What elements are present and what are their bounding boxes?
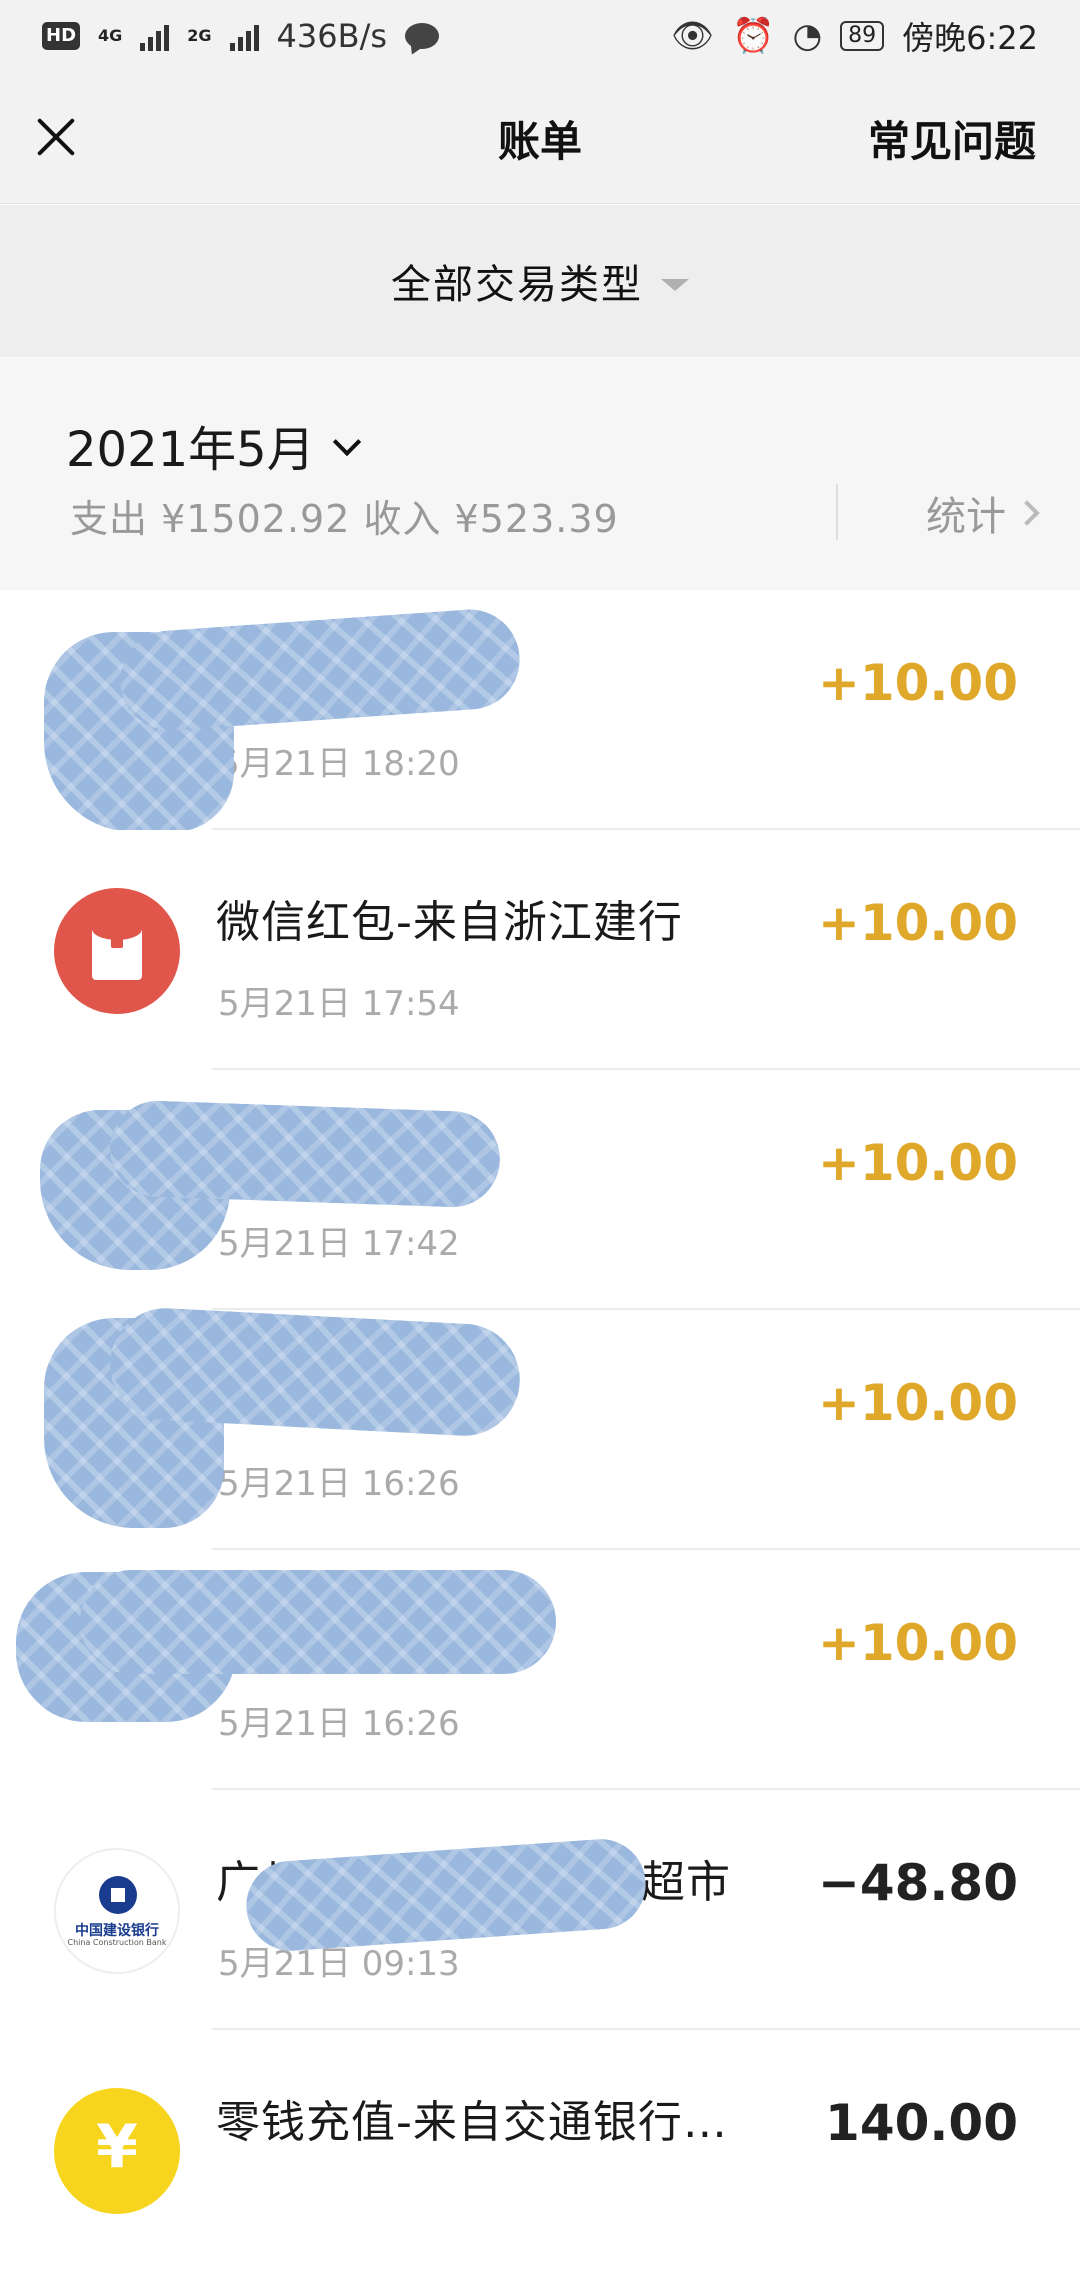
red-packet-icon	[54, 888, 180, 1014]
faq-link[interactable]: 常见问题	[868, 108, 1036, 169]
transaction-amount: +10.00	[817, 1614, 1018, 1672]
chat-notification-icon	[405, 23, 440, 49]
ccb-name-en: China Construction Bank	[67, 1938, 167, 1947]
redaction-scribble	[80, 1570, 556, 1674]
signal-icon-2	[229, 21, 259, 51]
transaction-row[interactable]: 中国建设银行 China Construction Bank 广州市 超市 5月…	[0, 1790, 1080, 2030]
stats-label: 统计	[926, 494, 1006, 540]
transaction-row[interactable]: 5月21日 16:26 +10.00	[0, 1550, 1080, 1790]
redaction-scribble	[108, 1099, 502, 1209]
eye-icon: 👁	[670, 16, 715, 56]
transaction-row[interactable]: 5月21日 18:20 +10.00	[0, 590, 1080, 832]
network-speed: 436B/s	[276, 17, 388, 55]
transaction-amount: +10.00	[817, 1374, 1018, 1432]
transaction-amount: +10.00	[817, 654, 1018, 712]
month-totals: 支出 ¥1502.92 收入 ¥523.39	[70, 497, 619, 541]
battery-icon: 89	[840, 21, 885, 51]
ccb-name-cn: 中国建设银行	[75, 1923, 159, 1939]
transaction-title: 微信红包-来自浙江建行	[216, 897, 683, 948]
coin-icon: ¥	[54, 2088, 180, 2214]
transaction-amount: +10.00	[817, 1134, 1018, 1192]
transaction-amount: −48.80	[817, 1854, 1018, 1912]
ccb-bank-icon: 中国建设银行 China Construction Bank	[54, 1848, 180, 1974]
transaction-time: 5月21日 17:42	[218, 1224, 460, 1264]
nav-bar: 账单 常见问题	[0, 72, 1080, 204]
month-selector[interactable]: 2021年5月	[66, 410, 361, 480]
redaction-scribble	[107, 1305, 523, 1439]
transaction-time: 5月21日 16:26	[218, 1704, 460, 1744]
transaction-list: 5月21日 18:20 +10.00 微信红包-来自浙江建行 5月21日 17:…	[0, 590, 1080, 2270]
signal-icon	[140, 21, 170, 51]
hd-badge: HD	[42, 22, 81, 50]
redaction-scribble	[116, 606, 524, 734]
transaction-time: 5月21日 18:20	[218, 744, 460, 784]
transaction-row[interactable]: 5月21日 17:42 +10.00	[0, 1070, 1080, 1310]
transaction-time: 5月21日 16:26	[218, 1464, 460, 1504]
month-label: 2021年5月	[66, 422, 315, 478]
chevron-right-icon	[1014, 500, 1040, 526]
transaction-row[interactable]: 微信红包-来自浙江建行 5月21日 17:54 +10.00	[0, 830, 1080, 1070]
transaction-title: 零钱充值-来自交通银行…	[216, 2097, 728, 2148]
divider	[836, 484, 838, 540]
stats-button[interactable]: 统计	[926, 484, 1040, 542]
network-2g-label: 2G	[187, 26, 212, 45]
caret-down-icon	[661, 279, 689, 291]
transaction-time: 5月21日 17:54	[218, 984, 460, 1024]
network-4g-label: 4G	[98, 26, 123, 45]
transaction-amount: 140.00	[825, 2094, 1018, 2152]
alarm-icon: ⏰	[732, 16, 775, 56]
clock: 傍晚6:22	[902, 19, 1038, 57]
yen-glyph: ¥	[96, 2112, 138, 2182]
status-left: HD 4G 2G 436B/s	[42, 17, 440, 55]
status-bar: HD 4G 2G 436B/s 👁 ⏰ ◔ 89 傍晚6:22	[0, 0, 1080, 72]
status-right: 👁 ⏰ ◔ 89 傍晚6:22	[671, 13, 1038, 59]
month-summary: 2021年5月 支出 ¥1502.92 收入 ¥523.39 统计	[0, 358, 1080, 590]
speedometer-icon: ◔	[792, 16, 823, 56]
transaction-type-filter[interactable]: 全部交易类型	[0, 205, 1080, 357]
transaction-amount: +10.00	[817, 894, 1018, 952]
transaction-row[interactable]: ¥ 零钱充值-来自交通银行… 140.00	[0, 2030, 1080, 2270]
transaction-title-end: 超市	[641, 1857, 731, 1908]
transaction-row[interactable]: 5月21日 16:26 +10.00	[0, 1305, 1080, 1550]
chevron-down-icon	[332, 427, 361, 457]
filter-label: 全部交易类型	[391, 262, 643, 308]
ccb-logo-mark	[99, 1876, 137, 1914]
